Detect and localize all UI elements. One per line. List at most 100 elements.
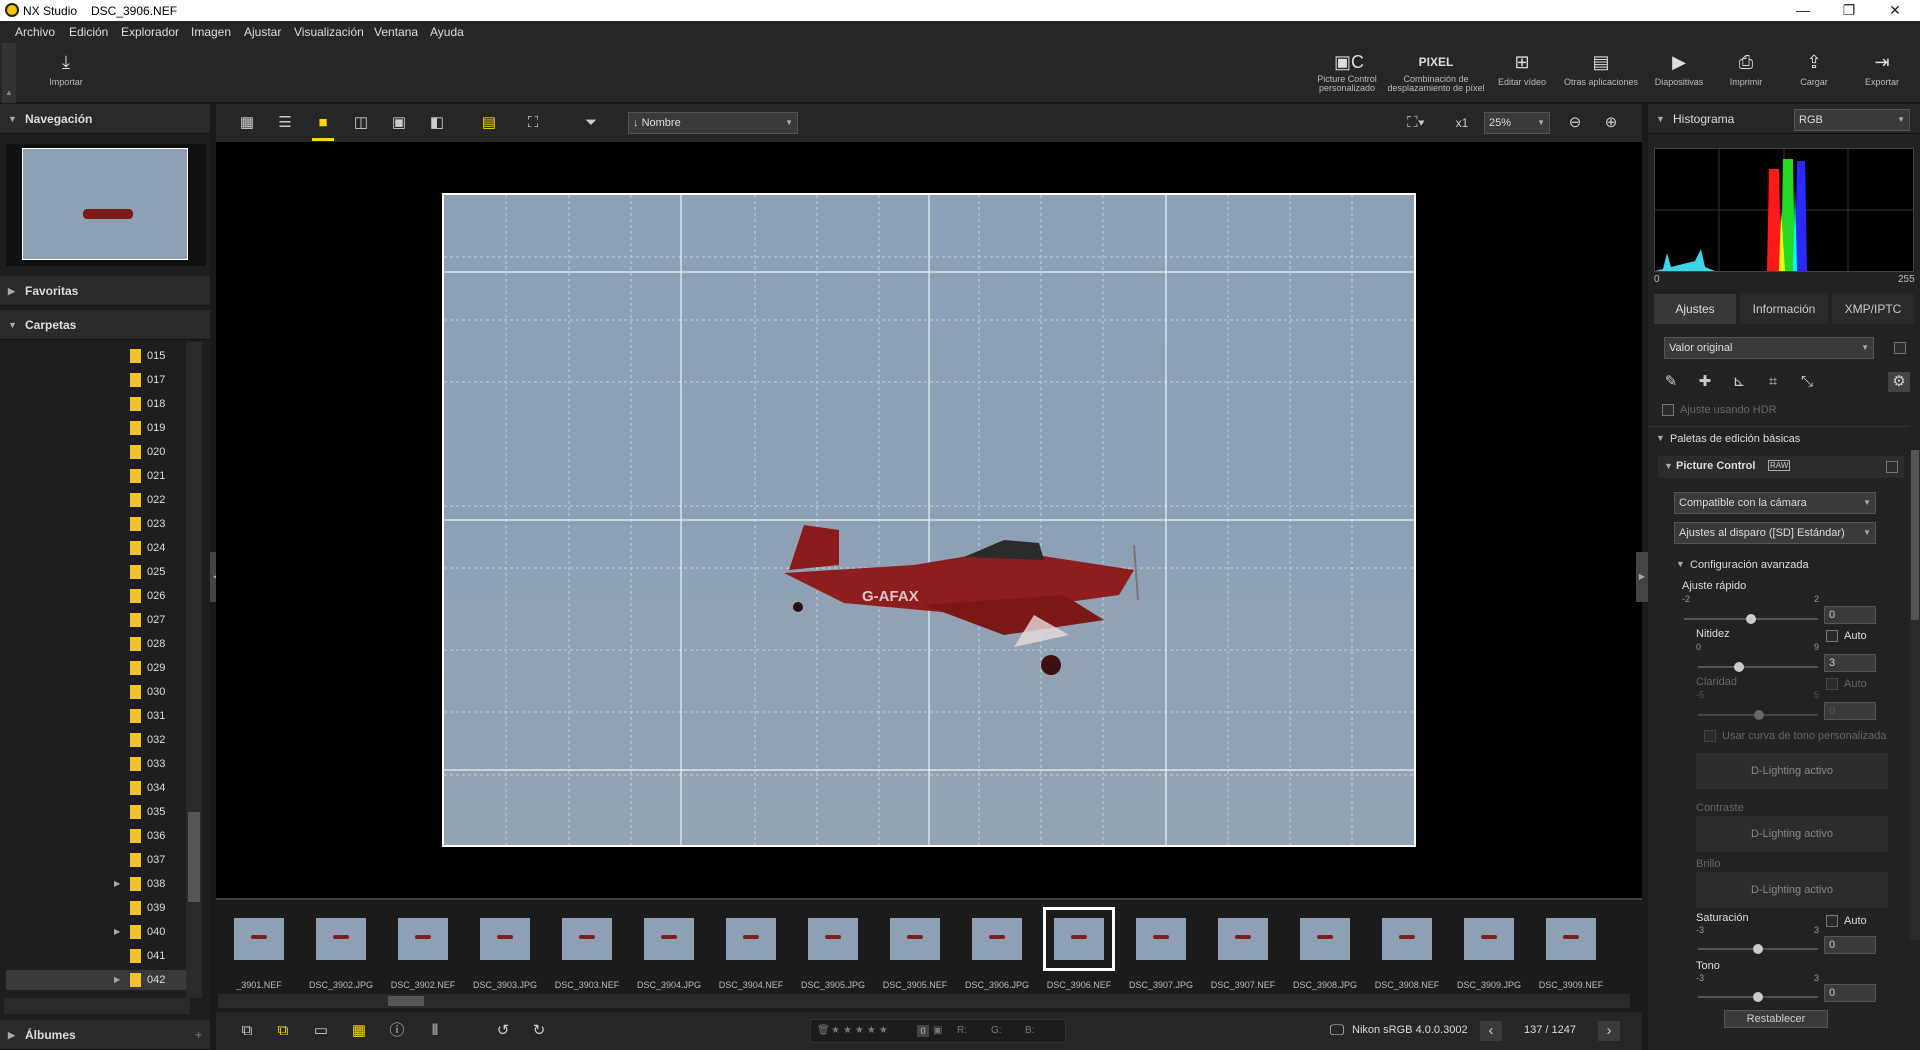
crop-icon[interactable]: ⌗: [1762, 372, 1784, 392]
info-icon[interactable]: ⓘ: [386, 1021, 408, 1041]
filmstrip-thumbnail[interactable]: [562, 918, 612, 960]
filmstrip-thumbnail[interactable]: [726, 918, 776, 960]
folder-item[interactable]: 026: [130, 586, 165, 606]
folder-item[interactable]: 036: [130, 826, 165, 846]
print-button[interactable]: ⎙ Imprimir: [1716, 43, 1776, 103]
saturation-value[interactable]: 0: [1824, 936, 1876, 954]
main-photo[interactable]: G-AFAX: [442, 193, 1416, 847]
sharpness-slider[interactable]: [1698, 662, 1818, 672]
saturation-knob[interactable]: [1753, 944, 1763, 954]
hue-slider[interactable]: [1698, 992, 1818, 1002]
filmstrip-thumbnail[interactable]: [1382, 918, 1432, 960]
folder-item[interactable]: ▶ 040: [114, 922, 165, 942]
grid-icon[interactable]: ▦: [348, 1021, 370, 1041]
menu-archivo[interactable]: Archivo: [15, 25, 55, 39]
zoom-1x-button[interactable]: x1: [1448, 113, 1476, 133]
rating-zero-badge[interactable]: 0: [917, 1025, 929, 1037]
thumbnail-grid-icon[interactable]: ▦: [236, 113, 258, 133]
close-button[interactable]: ✕: [1872, 0, 1918, 21]
picture-control-checkbox[interactable]: [1886, 461, 1898, 473]
filmstrip-thumbnail[interactable]: [1546, 918, 1596, 960]
tab-informacion[interactable]: Información: [1740, 294, 1828, 324]
folder-item[interactable]: 022: [130, 490, 165, 510]
quick-adjust-value[interactable]: 0: [1824, 606, 1876, 624]
filmstrip-thumbnail[interactable]: [1136, 918, 1186, 960]
folder-item[interactable]: 017: [130, 370, 165, 390]
previous-image-button[interactable]: ‹: [1480, 1021, 1502, 1041]
filmstrip-thumbnail[interactable]: [234, 918, 284, 960]
filmstrip-thumbnail[interactable]: [316, 918, 366, 960]
filmstrip-layout-icon[interactable]: ▤: [478, 113, 500, 133]
folder-item[interactable]: 019: [130, 418, 165, 438]
sharpness-value[interactable]: 3: [1824, 654, 1876, 672]
menu-visualizacion[interactable]: Visualización: [294, 25, 364, 39]
folder-item[interactable]: 033: [130, 754, 165, 774]
basic-palettes-header[interactable]: ▼ Paletas de edición básicas: [1648, 426, 1910, 450]
folder-scrollbar-thumb[interactable]: [188, 812, 200, 902]
zoom-dropdown[interactable]: 25% ▼: [1484, 112, 1550, 134]
expand-triangle-icon[interactable]: ▶: [114, 922, 120, 942]
list-view-icon[interactable]: ☰: [274, 113, 296, 133]
preset-checkbox[interactable]: [1894, 342, 1906, 354]
quick-adjust-slider[interactable]: [1684, 614, 1818, 624]
export-button[interactable]: ⇥ Exportar: [1852, 43, 1912, 103]
settings-gear-icon[interactable]: ⚙: [1888, 372, 1910, 392]
maximize-button[interactable]: ❐: [1826, 0, 1872, 21]
quick-adjust-knob[interactable]: [1746, 614, 1756, 624]
menu-ayuda[interactable]: Ayuda: [430, 25, 464, 39]
stack-icon[interactable]: ⧉: [236, 1021, 258, 1041]
minimize-button[interactable]: —: [1780, 0, 1826, 21]
histogram-icon[interactable]: ⫴: [424, 1021, 446, 1041]
bandage-icon[interactable]: ✚: [1694, 372, 1716, 392]
folder-hscrollbar[interactable]: [4, 998, 190, 1014]
right-scrollbar-thumb[interactable]: [1911, 450, 1919, 620]
retouch-brush-icon[interactable]: ✎: [1660, 372, 1682, 392]
expand-triangle-icon[interactable]: ▶: [114, 874, 120, 894]
folder-item[interactable]: 020: [130, 442, 165, 462]
fullscreen-icon[interactable]: ⛶: [522, 113, 544, 133]
next-image-button[interactable]: ›: [1598, 1021, 1620, 1041]
folder-item[interactable]: 029: [130, 658, 165, 678]
label-icon[interactable]: ▣: [933, 1020, 942, 1042]
tab-ajustes[interactable]: Ajustes: [1654, 294, 1736, 324]
menu-ajustar[interactable]: Ajustar: [244, 25, 281, 39]
folder-item[interactable]: 021: [130, 466, 165, 486]
hdr-checkbox[interactable]: [1662, 404, 1674, 416]
navigation-preview[interactable]: [6, 144, 206, 266]
compare-four-icon[interactable]: ▣: [388, 113, 410, 133]
folder-item[interactable]: 032: [130, 730, 165, 750]
filmstrip-thumbnail[interactable]: [890, 918, 940, 960]
albums-header[interactable]: ▶ Álbumes +: [0, 1020, 210, 1050]
reset-button[interactable]: Restablecer: [1724, 1010, 1828, 1028]
filmstrip-thumbnail[interactable]: [808, 918, 858, 960]
menu-imagen[interactable]: Imagen: [191, 25, 231, 39]
folder-item[interactable]: 034: [130, 778, 165, 798]
picture-control-utility-button[interactable]: ▣C Picture Control personalizado: [1313, 43, 1381, 103]
folder-item[interactable]: 015: [130, 346, 165, 366]
folder-item[interactable]: 025: [130, 562, 165, 582]
collapse-triangle-icon[interactable]: ▼: [1676, 559, 1685, 569]
sharpness-knob[interactable]: [1734, 662, 1744, 672]
sharpness-auto-checkbox[interactable]: [1826, 630, 1838, 642]
folder-item[interactable]: ▶ 042: [6, 970, 186, 990]
clarity-auto-checkbox[interactable]: [1826, 678, 1838, 690]
hue-value[interactable]: 0: [1824, 984, 1876, 1002]
filmstrip-scrollbar-thumb[interactable]: [388, 996, 424, 1006]
folder-item[interactable]: 028: [130, 634, 165, 654]
layer-icon[interactable]: ⧉: [272, 1021, 294, 1041]
filmstrip-thumbnail[interactable]: [1300, 918, 1350, 960]
other-apps-button[interactable]: ▤ Otras aplicaciones: [1558, 43, 1644, 103]
rating-stars[interactable]: ★★★★★: [831, 1020, 891, 1042]
folder-item[interactable]: 041: [130, 946, 165, 966]
right-panel-toggle[interactable]: ▶: [1636, 552, 1648, 602]
filter-icon[interactable]: ⏷: [580, 113, 602, 133]
toolbar-collapse-handle[interactable]: ▲: [2, 43, 16, 103]
rotate-right-icon[interactable]: ↻: [528, 1021, 550, 1041]
filmstrip-thumbnail[interactable]: [972, 918, 1022, 960]
filmstrip-thumbnail[interactable]: [1464, 918, 1514, 960]
fit-screen-icon[interactable]: ⛶▾: [1396, 113, 1436, 133]
upload-button[interactable]: ⇪ Cargar: [1784, 43, 1844, 103]
filmstrip-thumbnail[interactable]: [644, 918, 694, 960]
histogram-channel-dropdown[interactable]: RGB ▼: [1794, 109, 1910, 131]
sort-dropdown[interactable]: ↓ Nombre ▼: [628, 112, 798, 134]
